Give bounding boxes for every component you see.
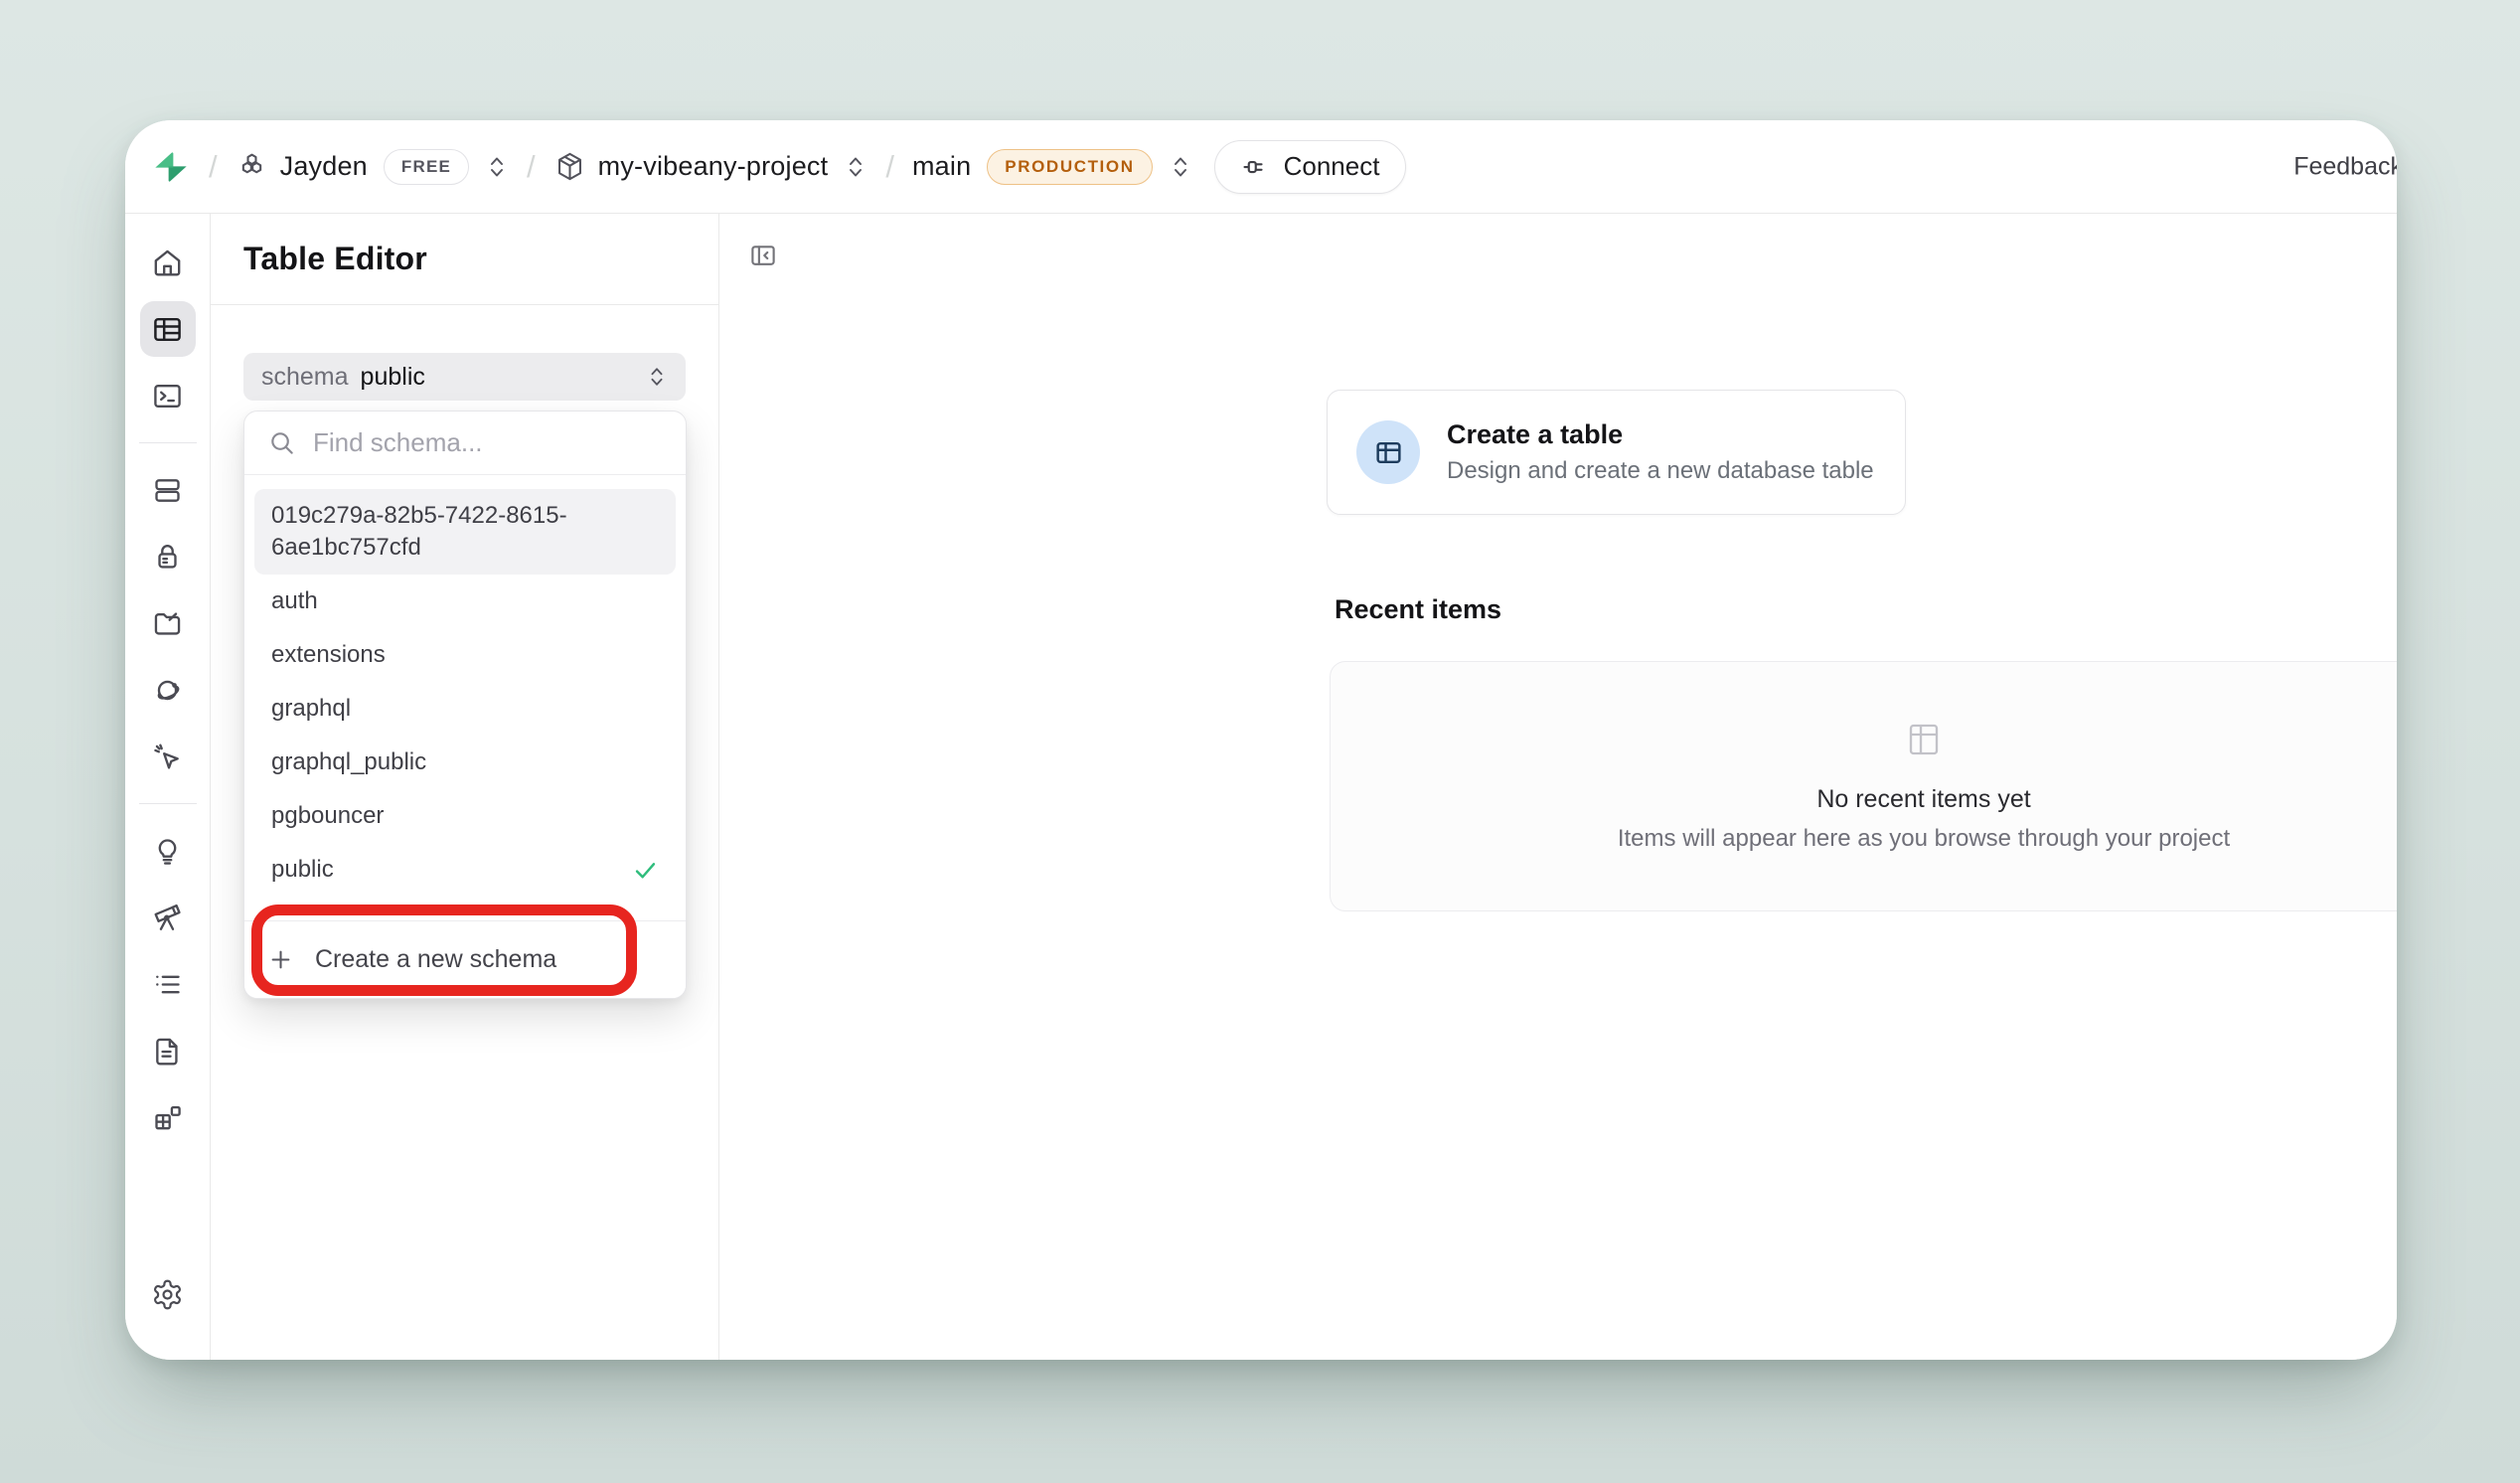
project-switcher-chevron-icon[interactable]: [844, 153, 867, 181]
breadcrumb-separator: /: [885, 149, 894, 185]
collapse-panel-button[interactable]: [746, 240, 780, 273]
plan-badge: FREE: [384, 149, 469, 185]
feedback-link[interactable]: Feedback: [2293, 152, 2397, 181]
plug-icon: [1241, 152, 1271, 182]
schema-list-item[interactable]: 019c279a-82b5-7422-8615-6ae1bc757cfd: [254, 489, 676, 575]
empty-table-icon: [1904, 720, 1944, 759]
schema-select-label: schema: [261, 363, 349, 392]
sidebar-item-authentication[interactable]: [140, 529, 196, 584]
home-icon: [151, 247, 184, 279]
sidebar-item-table-editor[interactable]: [140, 301, 196, 357]
breadcrumb-separator: /: [209, 149, 218, 185]
lock-icon: [151, 541, 184, 574]
main-content: Create a table Design and create a new d…: [719, 214, 2397, 1360]
database-icon: [151, 474, 184, 507]
search-icon: [267, 428, 296, 457]
sidebar-divider: [139, 442, 197, 443]
schema-dropdown-popover: 019c279a-82b5-7422-8615-6ae1bc757cfd aut…: [243, 411, 687, 999]
org-switcher-chevron-icon[interactable]: [485, 153, 509, 181]
sidebar-item-sql-editor[interactable]: [140, 368, 196, 423]
cursor-sparkle-icon: [151, 741, 184, 773]
organization-icon: [236, 150, 268, 183]
empty-state-title: No recent items yet: [1816, 785, 2030, 814]
breadcrumb-branch-name[interactable]: main: [912, 151, 971, 182]
sidebar-item-integrations[interactable]: [140, 1089, 196, 1145]
icon-sidebar: [125, 214, 211, 1360]
schema-list: 019c279a-82b5-7422-8615-6ae1bc757cfd aut…: [244, 475, 686, 912]
sidebar-item-advisors[interactable]: [140, 729, 196, 784]
sidebar-item-settings[interactable]: [140, 1266, 196, 1322]
panel-collapse-icon: [748, 241, 778, 270]
environment-badge: PRODUCTION: [987, 149, 1152, 185]
schema-search-input[interactable]: [313, 427, 663, 458]
top-navigation-bar: / Jayden FREE / my-vibeany-project / mai…: [125, 120, 2397, 214]
create-table-card[interactable]: Create a table Design and create a new d…: [1327, 390, 1906, 515]
create-schema-label: Create a new schema: [315, 945, 556, 974]
telescope-icon: [151, 902, 184, 934]
create-table-text: Create a table Design and create a new d…: [1447, 419, 1874, 485]
schema-search-row: [244, 412, 686, 475]
breadcrumb-org-name[interactable]: Jayden: [280, 151, 368, 182]
page-title: Table Editor: [243, 241, 427, 277]
create-table-title: Create a table: [1447, 419, 1874, 450]
supabase-logo-icon[interactable]: [151, 147, 191, 187]
sidebar-divider: [139, 803, 197, 804]
sidebar-item-api-docs[interactable]: [140, 1023, 196, 1078]
create-schema-button[interactable]: Create a new schema: [244, 920, 686, 998]
project-icon: [553, 150, 586, 183]
sidebar-item-advisors-lightbulb[interactable]: [140, 823, 196, 879]
sidebar-item-home[interactable]: [140, 235, 196, 290]
sidebar-item-database[interactable]: [140, 462, 196, 518]
schema-list-item[interactable]: graphql_public: [254, 736, 676, 789]
table-icon: [1373, 437, 1404, 468]
schema-list-item-selected[interactable]: public: [254, 843, 676, 897]
folder-icon: [151, 607, 184, 640]
table-editor-icon: [151, 313, 184, 346]
connect-button-label: Connect: [1284, 151, 1380, 182]
app-window: / Jayden FREE / my-vibeany-project / mai…: [125, 120, 2397, 1360]
schema-list-item[interactable]: extensions: [254, 628, 676, 682]
sidebar-item-logs[interactable]: [140, 956, 196, 1012]
check-icon: [632, 857, 659, 884]
empty-state-description: Items will appear here as you browse thr…: [1618, 825, 2230, 853]
sidebar-item-realtime[interactable]: [140, 662, 196, 718]
recent-items-card: No recent items yet Items will appear he…: [1330, 661, 2397, 911]
list-icon: [151, 968, 184, 1001]
connect-button[interactable]: Connect: [1214, 140, 1407, 194]
breadcrumb-project-name[interactable]: my-vibeany-project: [598, 151, 829, 182]
schema-list-item[interactable]: auth: [254, 575, 676, 628]
terminal-icon: [151, 380, 184, 412]
schema-list-item[interactable]: pgbouncer: [254, 789, 676, 843]
schema-select-value: public: [361, 363, 425, 392]
realtime-icon: [151, 674, 184, 707]
recent-items-heading: Recent items: [1335, 594, 1501, 625]
sidebar-item-storage[interactable]: [140, 595, 196, 651]
gear-icon: [151, 1278, 184, 1311]
create-table-icon-circle: [1356, 420, 1420, 484]
breadcrumb-separator: /: [527, 149, 536, 185]
create-table-description: Design and create a new database table: [1447, 457, 1874, 485]
sidebar-item-reports[interactable]: [140, 890, 196, 945]
panel-title-row: Table Editor: [211, 214, 718, 305]
file-text-icon: [151, 1035, 184, 1068]
chevron-up-down-icon: [646, 364, 668, 390]
lightbulb-icon: [151, 835, 184, 868]
branch-switcher-chevron-icon[interactable]: [1169, 153, 1192, 181]
blocks-icon: [151, 1101, 184, 1134]
table-editor-panel: Table Editor schema public 01: [211, 214, 719, 1360]
schema-select[interactable]: schema public: [243, 353, 686, 401]
schema-list-item[interactable]: graphql: [254, 682, 676, 736]
plus-icon: [267, 946, 294, 973]
